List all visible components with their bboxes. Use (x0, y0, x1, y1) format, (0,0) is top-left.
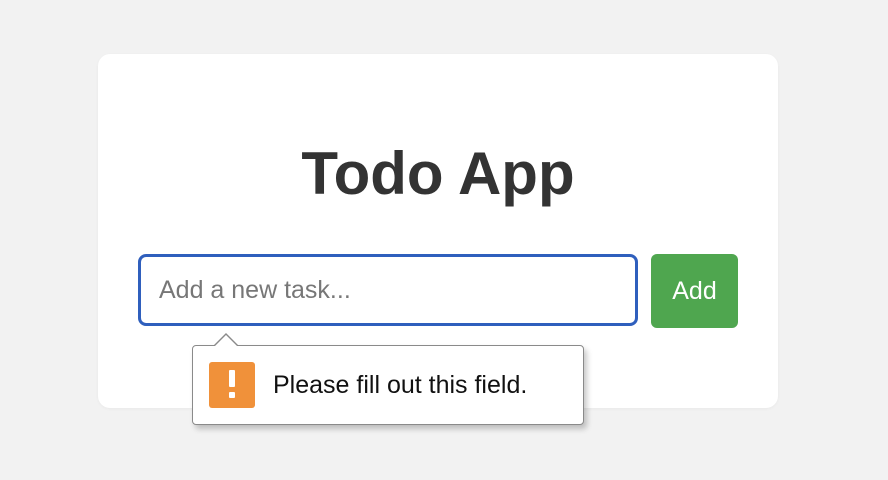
validation-message: Please fill out this field. (273, 370, 528, 399)
page: Todo App Add Please fill out this field. (0, 0, 888, 480)
tooltip-arrow (213, 333, 239, 347)
validation-tooltip: Please fill out this field. (192, 333, 584, 425)
add-task-button[interactable]: Add (651, 254, 738, 328)
warning-icon (209, 362, 255, 408)
new-task-input[interactable] (138, 254, 638, 326)
app-title: Todo App (301, 140, 575, 207)
